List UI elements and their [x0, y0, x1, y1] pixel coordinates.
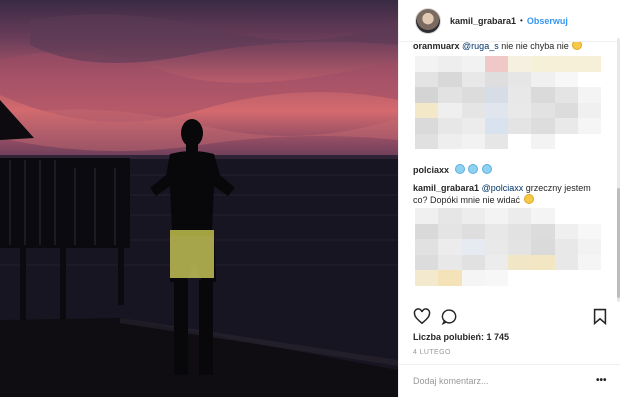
like-count[interactable]: Liczba polubień: 1 745	[413, 332, 509, 342]
avatar[interactable]	[415, 7, 441, 34]
bookmark-icon[interactable]	[593, 308, 607, 325]
list-item: polciaxx	[413, 164, 492, 175]
follow-button[interactable]: Obserwuj	[527, 16, 568, 26]
post-photo[interactable]	[0, 0, 398, 397]
post-username[interactable]: kamil_grabara1	[450, 16, 516, 26]
list-item: kamil_grabara1 @polciaxx grzeczny jestem…	[413, 182, 603, 206]
comment-author[interactable]: oranmuarx	[413, 42, 460, 51]
angel-emoji-icon	[454, 164, 465, 174]
comment-text: nie nie chyba nie	[501, 42, 569, 51]
separator-dot: •	[520, 16, 523, 25]
comment-author[interactable]: polciaxx	[413, 165, 449, 175]
comment-input[interactable]	[413, 374, 583, 388]
angel-emoji-icon	[481, 164, 492, 174]
comments-list: oranmuarx @ruga_s nie nie chyba nie polc…	[413, 42, 609, 294]
angel-emoji-icon	[468, 164, 479, 174]
more-icon[interactable]: •••	[596, 375, 607, 386]
post-header: kamil_grabara1 • Obserwuj	[399, 0, 620, 42]
grinning-emoji-icon	[572, 42, 583, 50]
add-comment-bar: •••	[399, 364, 620, 397]
post-actions	[413, 306, 609, 328]
comment-mention[interactable]: @ruga_s	[462, 42, 499, 51]
post-date[interactable]: 4 LUTEGO	[413, 349, 451, 356]
heart-icon[interactable]	[413, 308, 431, 325]
comment-icon[interactable]	[441, 308, 458, 325]
list-item: oranmuarx @ruga_s nie nie chyba nie	[413, 42, 583, 51]
post-side-panel: kamil_grabara1 • Obserwuj oranmuarx @rug…	[398, 0, 620, 397]
smiling-emoji-icon	[523, 194, 534, 204]
comment-mention[interactable]: @polciaxx	[482, 183, 524, 193]
blurred-comment-area	[415, 208, 601, 286]
comment-author[interactable]: kamil_grabara1	[413, 183, 479, 193]
blurred-comment-area	[415, 56, 601, 149]
sunset-silhouette-image	[0, 14, 398, 397]
